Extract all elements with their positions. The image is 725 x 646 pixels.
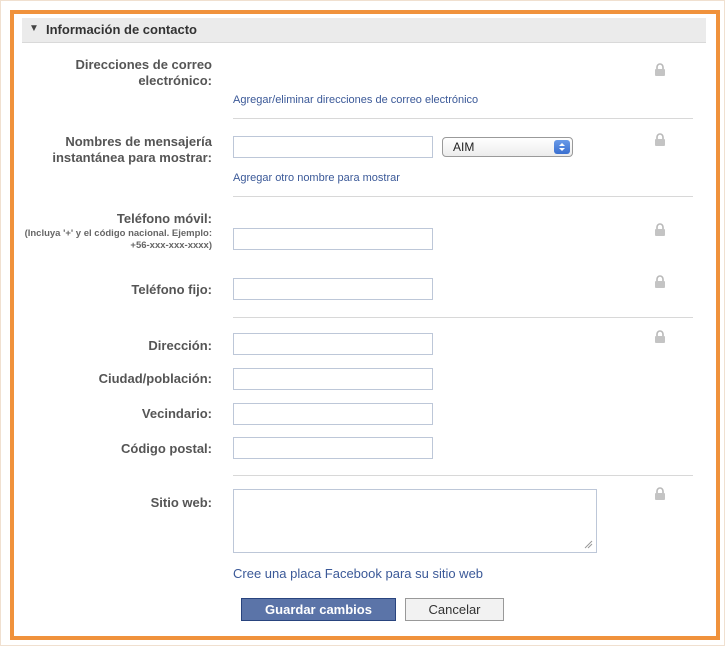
mobile-label: Teléfono móvil:	[116, 211, 212, 226]
resize-handle-icon[interactable]	[584, 540, 593, 549]
website-textarea[interactable]	[233, 489, 597, 553]
divider	[233, 196, 693, 197]
address-input[interactable]	[233, 333, 433, 355]
section-title: Información de contacto	[46, 22, 197, 37]
zip-label: Código postal:	[121, 441, 212, 456]
lock-icon[interactable]	[654, 487, 666, 501]
city-label: Ciudad/población:	[98, 371, 212, 386]
section-header[interactable]: ▼ Información de contacto	[22, 18, 706, 43]
cancel-button[interactable]: Cancelar	[405, 598, 504, 621]
im-service-select[interactable]: AIM	[442, 137, 573, 157]
mobile-hint: (Incluya '+' y el código nacional. Ejemp…	[24, 228, 212, 251]
triangle-down-icon[interactable]: ▼	[29, 23, 39, 34]
lock-icon[interactable]	[654, 223, 666, 237]
im-service-value: AIM	[453, 140, 475, 154]
email-manage-link[interactable]: Agregar/eliminar direcciones de correo e…	[233, 94, 478, 106]
landline-phone-input[interactable]	[233, 278, 433, 300]
lock-icon[interactable]	[654, 133, 666, 147]
website-badge-link[interactable]: Cree una placa Facebook para su sitio we…	[233, 566, 483, 581]
zip-input[interactable]	[233, 437, 433, 459]
website-label: Sitio web:	[150, 495, 212, 510]
im-name-input[interactable]	[233, 136, 433, 158]
mobile-phone-input[interactable]	[233, 228, 433, 250]
divider	[233, 118, 693, 119]
email-label: Direcciones de correo electrónico:	[75, 57, 212, 88]
divider	[233, 317, 693, 318]
im-add-link[interactable]: Agregar otro nombre para mostrar	[233, 172, 400, 184]
neighborhood-input[interactable]	[233, 403, 433, 425]
landline-label: Teléfono fijo:	[131, 282, 212, 297]
chevron-up-down-icon	[554, 140, 570, 154]
address-label: Dirección:	[148, 338, 212, 353]
lock-icon[interactable]	[654, 330, 666, 344]
city-input[interactable]	[233, 368, 433, 390]
lock-icon[interactable]	[654, 63, 666, 77]
divider	[233, 475, 693, 476]
im-label: Nombres de mensajería instantánea para m…	[52, 134, 212, 165]
save-button[interactable]: Guardar cambios	[241, 598, 396, 621]
neighborhood-label: Vecindario:	[141, 406, 212, 421]
lock-icon[interactable]	[654, 275, 666, 289]
